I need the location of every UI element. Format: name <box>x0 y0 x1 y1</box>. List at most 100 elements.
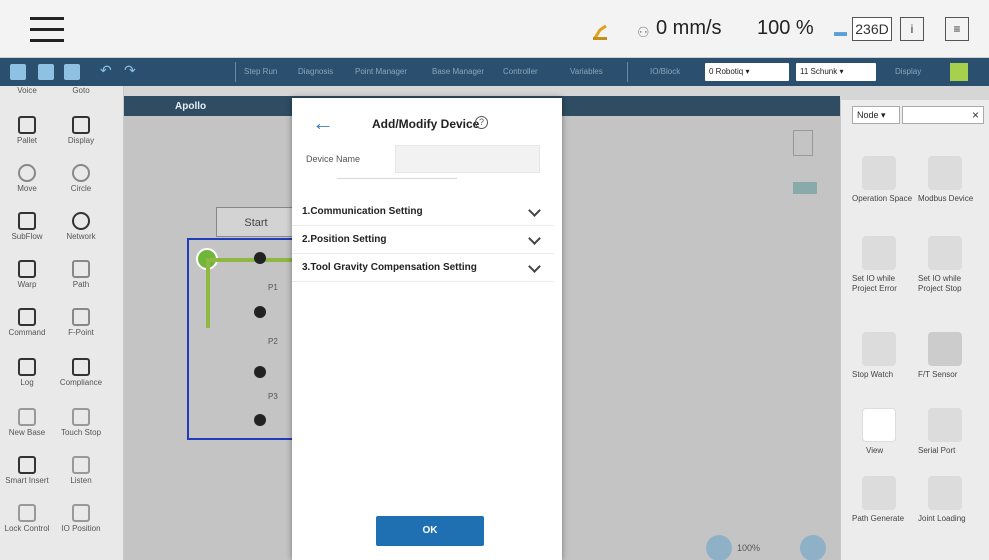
io-position-icon <box>72 504 90 522</box>
dialog-title: Add/Modify Device <box>372 117 480 131</box>
palette-f-point[interactable]: F-Point <box>56 308 106 337</box>
network-icon <box>72 212 90 230</box>
palette-label: Command <box>8 328 46 337</box>
flow-point[interactable] <box>254 366 266 378</box>
robot-arm-icon <box>592 22 610 40</box>
zoom-level: 100% <box>737 543 761 553</box>
path-icon <box>72 260 90 278</box>
controller-badge[interactable]: 236D <box>852 17 892 41</box>
io-block-button[interactable]: IO/Block <box>650 67 680 76</box>
device-name-input[interactable] <box>395 145 540 173</box>
open-icon[interactable] <box>64 64 80 80</box>
palette-touch-stop[interactable]: Touch Stop <box>56 408 106 437</box>
flow-point[interactable] <box>254 306 266 318</box>
info-button[interactable]: i <box>900 17 924 41</box>
section-label: 2.Position Setting <box>302 234 387 245</box>
chevron-down-icon <box>528 260 541 273</box>
help-icon[interactable]: ? <box>475 116 488 129</box>
start-node[interactable]: Start <box>216 207 296 237</box>
section-position-setting[interactable]: 2.Position Setting <box>292 226 554 254</box>
stop-watch-icon <box>862 332 896 366</box>
speed-adjust-icon[interactable]: ▬ <box>834 24 847 39</box>
node-filter-select[interactable]: Node ▾ <box>852 106 900 124</box>
palette-new-base[interactable]: New Base <box>2 408 52 437</box>
palette-circle[interactable]: Circle <box>56 164 106 193</box>
f-point-icon <box>72 308 90 326</box>
log-button[interactable]: ≡ <box>945 17 969 41</box>
lib-label: Set IO while Project Stop <box>918 274 962 293</box>
palette-display[interactable]: Display <box>56 116 106 145</box>
palette-command[interactable]: Command <box>2 308 52 337</box>
palette-network[interactable]: Network <box>56 212 106 241</box>
smart-insert-icon <box>18 456 36 474</box>
section-tool-gravity-compensation[interactable]: 3.Tool Gravity Compensation Setting <box>292 254 554 282</box>
point-manager-button[interactable]: Point Manager <box>355 67 407 76</box>
palette-voice[interactable]: Voice <box>2 86 52 95</box>
node-search-input[interactable]: × <box>902 106 984 124</box>
device-name-label: Device Name <box>306 154 361 164</box>
menu-icon[interactable] <box>30 17 64 43</box>
palette-lock-control[interactable]: Lock Control <box>2 504 52 533</box>
tool-select-value: 11 Schunk <box>800 67 838 76</box>
palette-pallet[interactable]: Pallet <box>2 116 52 145</box>
lib-label: Joint Loading <box>918 514 966 523</box>
save-as-icon[interactable] <box>38 64 54 80</box>
compliance-icon <box>72 358 90 376</box>
clear-icon[interactable]: × <box>972 108 979 122</box>
palette-compliance[interactable]: Compliance <box>56 358 106 387</box>
display-button[interactable]: Display <box>895 67 921 76</box>
flow-point[interactable] <box>254 252 266 264</box>
lib-label: Path Generate <box>852 514 905 523</box>
base-manager-button[interactable]: Base Manager <box>432 67 484 76</box>
redo-icon[interactable]: ↷ <box>124 62 136 79</box>
lib-set-io-stop[interactable]: Set IO while Project Stop <box>918 236 982 294</box>
zoom-in-button[interactable] <box>706 535 732 560</box>
palette-label: SubFlow <box>11 232 43 241</box>
ok-button[interactable]: OK <box>376 516 484 546</box>
flow-point[interactable] <box>254 414 266 426</box>
palette-label: Move <box>17 184 37 193</box>
palette-warp[interactable]: Warp <box>2 260 52 289</box>
palette-move[interactable]: Move <box>2 164 52 193</box>
undo-icon[interactable]: ↶ <box>100 62 112 79</box>
step-run-button[interactable]: Step Run <box>244 67 277 76</box>
palette-label: Pallet <box>16 136 37 145</box>
lib-set-io-error[interactable]: Set IO while Project Error <box>852 236 916 294</box>
palette-label: IO Position <box>61 524 101 533</box>
diagnosis-button[interactable]: Diagnosis <box>298 67 333 76</box>
lib-stop-watch[interactable]: Stop Watch <box>852 332 916 380</box>
log-icon <box>18 358 36 376</box>
palette-io-position[interactable]: IO Position <box>56 504 106 533</box>
controller-button[interactable]: Controller <box>503 67 538 76</box>
palette-subflow[interactable]: SubFlow <box>2 212 52 241</box>
section-communication-setting[interactable]: 1.Communication Setting <box>292 198 554 226</box>
node-label: P1 <box>268 283 278 292</box>
lib-serial-port[interactable]: Serial Port <box>918 408 982 456</box>
modbus-device-icon <box>928 156 962 190</box>
palette-listen[interactable]: Listen <box>56 456 106 485</box>
lib-path-generate[interactable]: Path Generate <box>852 476 916 524</box>
lib-view[interactable]: View <box>852 398 916 456</box>
section-label: 1.Communication Setting <box>302 206 423 217</box>
serial-port-icon <box>928 408 962 442</box>
lib-joint-loading[interactable]: Joint Loading <box>918 476 982 524</box>
palette-path[interactable]: Path <box>56 260 106 289</box>
robot-select[interactable]: 0 Robotiq ▾ <box>705 63 789 81</box>
speed-percent[interactable]: 100 % <box>757 17 814 40</box>
variables-button[interactable]: Variables <box>570 67 603 76</box>
zoom-out-button[interactable] <box>800 535 826 560</box>
set-io-stop-icon <box>928 236 962 270</box>
palette-log[interactable]: Log <box>2 358 52 387</box>
project-name: Apollo <box>175 101 207 112</box>
lib-operation-space[interactable]: Operation Space <box>852 156 916 204</box>
palette-label: Lock Control <box>4 524 50 533</box>
save-icon[interactable] <box>10 64 26 80</box>
lib-modbus-device[interactable]: Modbus Device <box>918 136 982 204</box>
palette-smart-insert[interactable]: Smart Insert <box>2 456 52 485</box>
lib-ft-sensor[interactable]: F/T Sensor <box>918 316 982 380</box>
canvas-tools[interactable] <box>793 130 823 210</box>
palette-goto[interactable]: Goto <box>56 86 106 95</box>
tool-select[interactable]: 11 Schunk ▾ <box>796 63 876 81</box>
back-arrow-icon[interactable]: ← <box>312 112 334 134</box>
layout-icon[interactable] <box>950 63 968 81</box>
